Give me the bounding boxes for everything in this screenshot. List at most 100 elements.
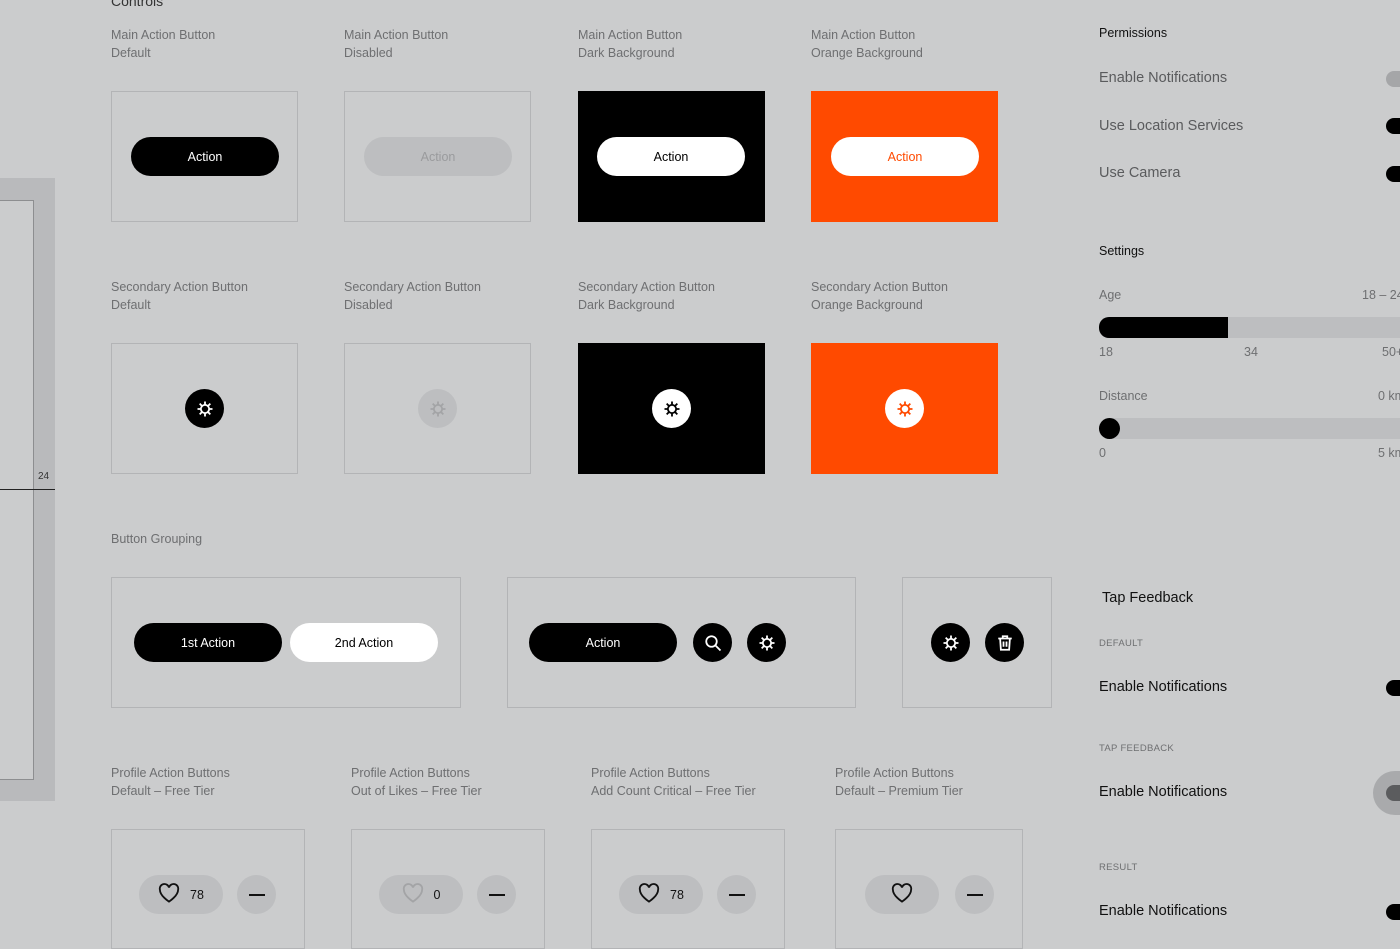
frame-secondary-orange [811, 343, 998, 474]
gear-icon [196, 400, 214, 418]
heart-icon [891, 883, 913, 906]
frame-main-dark: Action [578, 91, 765, 222]
state-default-label: DEFAULT [1099, 638, 1144, 649]
first-action-button[interactable]: 1st Action [134, 623, 282, 662]
caption-subtitle: Default – Free Tier [111, 784, 215, 798]
caption-title: Main Action Button [111, 28, 216, 42]
delete-button[interactable] [985, 623, 1024, 662]
caption-profile-add-count: Profile Action Buttons Add Count Critica… [591, 764, 756, 800]
frame-group-icons [902, 577, 1052, 708]
caption-secondary-disabled: Secondary Action Button Disabled [344, 278, 481, 314]
caption-subtitle: Dark Background [578, 298, 675, 312]
notifications-toggle[interactable] [1386, 71, 1400, 87]
search-button[interactable] [693, 623, 732, 662]
minus-icon [728, 893, 745, 896]
settings-button[interactable] [185, 389, 224, 428]
caption-subtitle: Add Count Critical – Free Tier [591, 784, 756, 798]
tap-toggle-result[interactable] [1386, 904, 1400, 920]
state-tap-feedback-label: TAP FEEDBACK [1099, 743, 1175, 754]
permissions-title: Permissions [1099, 26, 1168, 40]
caption-profile-out-of-likes: Profile Action Buttons Out of Likes – Fr… [351, 764, 482, 800]
caption-grouping: Button Grouping [111, 530, 202, 548]
caption-main-orange: Main Action Button Orange Background [811, 26, 923, 62]
age-label: Age [1099, 288, 1122, 302]
frame-profile-default: 78 [111, 829, 305, 949]
second-action-button[interactable]: 2nd Action [290, 623, 438, 662]
remove-button[interactable] [717, 875, 756, 914]
like-button[interactable] [865, 875, 939, 914]
settings-button-on-dark[interactable] [652, 389, 691, 428]
tap-row-result-label: Enable Notifications [1099, 903, 1228, 919]
tap-feedback-title: Tap Feedback [1102, 590, 1194, 606]
frame-secondary-dark [578, 343, 765, 474]
caption-profile-premium: Profile Action Buttons Default – Premium… [835, 764, 963, 800]
frame-profile-add-count: 78 [591, 829, 785, 949]
caption-subtitle: Default [111, 46, 151, 60]
minus-icon [248, 893, 265, 896]
ruler-label: 24 [38, 471, 50, 482]
action-button-on-orange[interactable]: Action [831, 137, 979, 176]
caption-subtitle: Disabled [344, 46, 393, 60]
frame-main-default: Action [111, 91, 298, 222]
like-count: 78 [670, 887, 684, 902]
tap-toggle-default[interactable] [1386, 680, 1400, 696]
caption-subtitle: Orange Background [811, 298, 923, 312]
tap-toggle-pressed[interactable] [1386, 785, 1400, 801]
permission-notifications-label: Enable Notifications [1099, 70, 1228, 86]
frame-group-action-icons: Action [507, 577, 856, 708]
settings-button[interactable] [747, 623, 786, 662]
caption-title: Profile Action Buttons [835, 766, 954, 780]
caption-subtitle: Default – Premium Tier [835, 784, 963, 798]
caption-title: Secondary Action Button [811, 280, 948, 294]
distance-slider-handle[interactable] [1099, 418, 1120, 439]
section-title: Controls [111, 0, 164, 9]
caption-title: Profile Action Buttons [351, 766, 470, 780]
action-button[interactable]: Action [131, 137, 279, 176]
like-count: 78 [190, 887, 204, 902]
action-button[interactable]: Action [529, 623, 677, 662]
caption-title: Secondary Action Button [111, 280, 248, 294]
age-max-label: 50+ [1382, 345, 1400, 359]
frame-main-orange: Action [811, 91, 998, 222]
caption-subtitle: Disabled [344, 298, 393, 312]
gear-icon [942, 634, 960, 652]
distance-max-label: 5 km [1378, 446, 1400, 460]
gear-icon [663, 400, 681, 418]
remove-button[interactable] [477, 875, 516, 914]
caption-subtitle: Out of Likes – Free Tier [351, 784, 482, 798]
distance-min-label: 0 [1099, 446, 1106, 460]
like-button[interactable]: 78 [139, 875, 223, 914]
caption-title: Profile Action Buttons [111, 766, 230, 780]
distance-label: Distance [1099, 389, 1148, 403]
remove-button[interactable] [237, 875, 276, 914]
caption-title: Secondary Action Button [344, 280, 481, 294]
heart-icon [158, 883, 180, 906]
caption-subtitle: Dark Background [578, 46, 675, 60]
age-slider-fill[interactable] [1099, 317, 1228, 338]
gear-icon [758, 634, 776, 652]
frame-profile-premium [835, 829, 1023, 949]
search-icon [704, 634, 722, 652]
caption-secondary-dark: Secondary Action Button Dark Background [578, 278, 715, 314]
ruler-marker [0, 489, 55, 490]
caption-subtitle: Orange Background [811, 46, 923, 60]
frame-profile-out-of-likes: 0 [351, 829, 545, 949]
settings-button[interactable] [931, 623, 970, 662]
like-button-disabled[interactable]: 0 [379, 875, 463, 914]
action-button-on-dark[interactable]: Action [597, 137, 745, 176]
camera-toggle[interactable] [1386, 166, 1400, 182]
caption-subtitle: Default [111, 298, 151, 312]
gear-icon [429, 400, 447, 418]
remove-button[interactable] [955, 875, 994, 914]
minus-icon [488, 893, 505, 896]
settings-button-on-orange[interactable] [885, 389, 924, 428]
trash-icon [996, 634, 1014, 652]
distance-value: 0 km [1378, 389, 1400, 403]
tap-row-default-label: Enable Notifications [1099, 679, 1228, 695]
caption-title: Main Action Button [344, 28, 449, 42]
like-button[interactable]: 78 [619, 875, 703, 914]
caption-main-disabled: Main Action Button Disabled [344, 26, 448, 62]
location-toggle[interactable] [1386, 118, 1400, 134]
caption-title: Button Grouping [111, 532, 203, 546]
distance-slider-track[interactable] [1099, 418, 1400, 439]
